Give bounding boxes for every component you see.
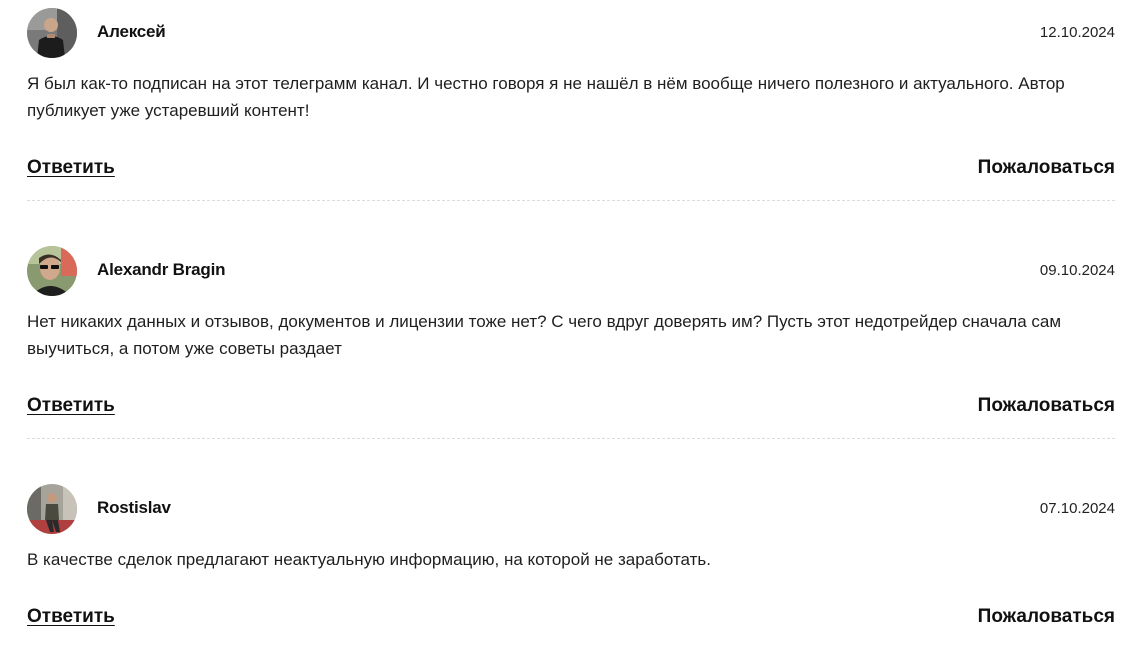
comment-header: Alexandr Bragin 09.10.2024 (27, 246, 1115, 296)
avatar[interactable] (27, 484, 77, 534)
comment-text: В качестве сделок предлагают неактуальну… (27, 550, 712, 569)
report-link[interactable]: Пожаловаться (978, 157, 1115, 179)
report-link[interactable]: Пожаловаться (978, 606, 1115, 628)
comment-item: Alexandr Bragin 09.10.2024 Нет никаких д… (27, 246, 1115, 416)
comment-author: Rostislav (97, 498, 171, 517)
comment-text: Я был как-то подписан на этот телеграмм … (27, 74, 1065, 120)
comment-header: Алексей 12.10.2024 (27, 8, 1115, 58)
reply-link[interactable]: Ответить (27, 157, 115, 179)
avatar[interactable] (27, 8, 77, 58)
reply-link[interactable]: Ответить (27, 395, 115, 417)
comment-date: 12.10.2024 (1039, 24, 1115, 41)
comment-date: 07.10.2024 (1039, 500, 1115, 517)
divider (27, 438, 1115, 439)
avatar[interactable] (27, 246, 77, 296)
comment-date: 09.10.2024 (1039, 262, 1115, 279)
divider (27, 200, 1115, 201)
comment-header: Rostislav 07.10.2024 (27, 484, 1115, 534)
comment-item: Rostislav 07.10.2024 В качестве сделок п… (27, 484, 1115, 627)
reply-link[interactable]: Ответить (27, 606, 115, 628)
report-link[interactable]: Пожаловаться (978, 395, 1115, 417)
comment-text: Нет никаких данных и отзывов, документов… (27, 312, 1062, 358)
comment-item: Алексей 12.10.2024 Я был как-то подписан… (27, 8, 1115, 178)
comment-author: Алексей (97, 22, 166, 41)
comment-author: Alexandr Bragin (97, 260, 226, 279)
